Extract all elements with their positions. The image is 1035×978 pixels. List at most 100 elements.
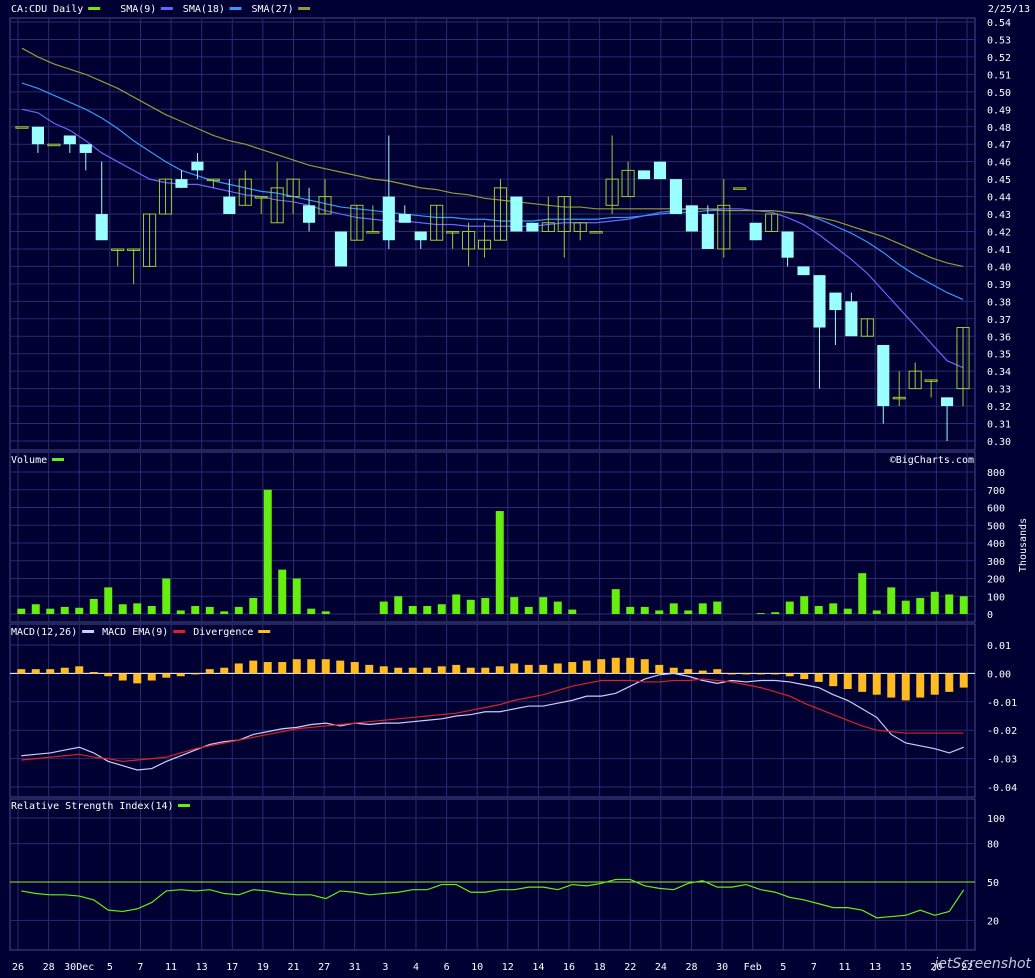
price-axis-label: 0.43 — [987, 210, 1011, 221]
divergence-bar — [466, 667, 475, 674]
price-axis-label: 0.36 — [987, 332, 1011, 343]
x-axis-label: 10 — [471, 962, 483, 973]
divergence-bar — [147, 673, 156, 681]
divergence-bar — [930, 673, 939, 695]
x-axis-label: 30Dec — [64, 962, 94, 973]
divergence-bar — [205, 669, 214, 674]
volume-bar — [611, 589, 620, 614]
candle-body-down — [749, 222, 762, 241]
volume-bar — [930, 591, 939, 614]
divergence-bar — [858, 673, 867, 692]
x-axis-label: 13 — [869, 962, 881, 973]
divergence-bar — [31, 669, 40, 674]
volume-bar — [510, 597, 519, 614]
volume-axis-label: 200 — [987, 575, 1005, 586]
candle-body-down — [781, 231, 794, 258]
x-axis-label: 12 — [502, 962, 514, 973]
price-axis-label: 0.46 — [987, 158, 1011, 169]
sma-line-18 — [21, 82, 964, 301]
price-axis-label: 0.37 — [987, 315, 1011, 326]
volume-bar — [147, 606, 156, 614]
rsi-axis-label: 20 — [987, 916, 999, 927]
x-axis-label: 21 — [287, 962, 299, 973]
volume-axis-label: 500 — [987, 521, 1005, 532]
candle-body-down — [797, 266, 810, 276]
x-axis-label: 11 — [839, 962, 851, 973]
volume-axis-label: 400 — [987, 539, 1005, 550]
x-axis-label: Feb — [744, 962, 762, 973]
divergence-bar — [785, 673, 794, 677]
macd-axis-label: -0.03 — [987, 755, 1017, 766]
divergence-bar — [713, 669, 722, 674]
price-axis-label: 0.50 — [987, 88, 1011, 99]
divergence-bar — [408, 667, 417, 674]
volume-bar — [684, 610, 693, 614]
divergence-bar — [669, 667, 678, 674]
x-axis-label: 7 — [137, 962, 143, 973]
volume-bar — [858, 573, 867, 614]
divergence-bar — [524, 664, 533, 674]
volume-bar — [843, 608, 852, 614]
candle-body-down — [334, 231, 348, 267]
divergence-bar — [176, 673, 185, 677]
divergence-bar — [89, 671, 98, 674]
volume-bar — [959, 596, 968, 614]
volume-bar — [423, 606, 432, 614]
x-axis-label: 13 — [196, 962, 208, 973]
x-axis-label: 18 — [594, 962, 606, 973]
x-axis-label: 28 — [685, 962, 697, 973]
volume-bar — [945, 594, 954, 614]
volume-bar — [901, 600, 910, 614]
divergence-bar — [626, 657, 635, 674]
divergence-bar — [756, 673, 765, 675]
x-axis-label: 14 — [532, 962, 544, 973]
x-axis-label: 22 — [624, 962, 636, 973]
volume-bar — [75, 607, 84, 614]
candle-body-up — [47, 143, 61, 147]
divergence-bar — [495, 666, 504, 674]
candle-body-down — [223, 196, 236, 215]
volume-bar — [887, 587, 896, 614]
divergence-bar — [263, 662, 272, 674]
divergence-bar — [379, 666, 388, 674]
rsi-line — [21, 878, 965, 919]
candle-body-up — [733, 187, 747, 190]
volume-bar — [553, 601, 562, 614]
volume-bar — [437, 604, 446, 614]
price-axis-label: 0.51 — [987, 70, 1011, 81]
divergence-bar — [901, 673, 910, 701]
candle-body-down — [701, 214, 714, 249]
divergence-bar — [46, 669, 55, 674]
volume-axis-label: 100 — [987, 592, 1005, 603]
divergence-bar — [365, 664, 374, 674]
divergence-bar — [220, 667, 229, 674]
divergence-bar — [17, 669, 26, 674]
volume-bar — [408, 606, 417, 614]
watermark: jetScreenshot — [934, 956, 1031, 972]
divergence-bar — [640, 659, 649, 674]
price-axis-label: 0.44 — [987, 193, 1011, 204]
price-legend-label: SMA(9) — [120, 4, 156, 15]
divergence-bar — [394, 667, 403, 674]
chart-root: 26 28 30Dec 5 7 11 13 17 19 21 27 31 3 4 6 10 12 14 16 18 22… — [0, 0, 1035, 974]
divergence-bar — [234, 663, 243, 674]
volume-bar — [872, 610, 881, 614]
volume-unit-label: Thousands — [1018, 518, 1029, 572]
x-axis-label: 5 — [780, 962, 786, 973]
divergence-bar — [611, 657, 620, 674]
x-axis-label: 30 — [716, 962, 728, 973]
x-axis-label: 5 — [107, 962, 113, 973]
volume-bar — [263, 489, 272, 614]
price-axis-label: 0.30 — [987, 437, 1011, 448]
divergence-bar — [539, 664, 548, 674]
divergence-bar — [814, 673, 823, 682]
candle-body-down — [845, 301, 858, 337]
candle-body-down — [398, 214, 411, 223]
divergence-bar — [350, 662, 359, 674]
volume-bar — [771, 612, 780, 614]
price-axis-label: 0.31 — [987, 420, 1011, 431]
divergence-bar — [887, 673, 896, 698]
macd-ema-line — [21, 678, 964, 763]
sma-line-27 — [21, 47, 964, 268]
macd-axis-label: 0.01 — [987, 641, 1011, 652]
